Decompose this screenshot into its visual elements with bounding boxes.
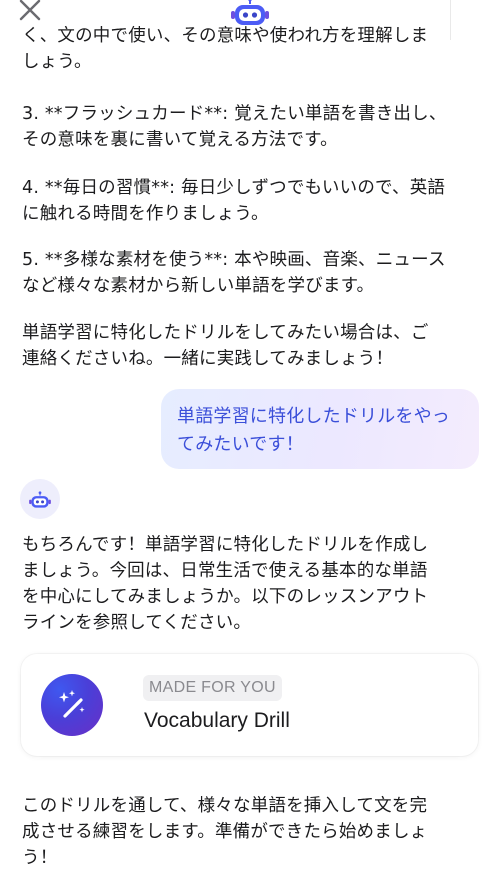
header-divider (450, 0, 451, 40)
assistant-avatar (20, 479, 60, 519)
card-title: Vocabulary Drill (144, 709, 290, 732)
assistant-message-tip-5: 5. **多様な素材を使う**: 本や映画、音楽、ニュース など様々な素材から新… (22, 250, 446, 296)
close-icon (19, 0, 41, 21)
assistant-message-reply: もちろんです！単語学習に特化したドリルを作成し ましょう。今回は、日常生活で使え… (22, 535, 429, 633)
assistant-message-tip-4: 4. **毎日の習慣**: 毎日少しずつでもいいので、英語 に触れる時間を作りま… (22, 178, 446, 224)
chat-screen: く、文の中で使い、その意味や使われ方を理解しま しょう。 3. **フラッシュカ… (0, 0, 500, 875)
assistant-message-tip-3: 3. **フラッシュカード**: 覚えたい単語を書き出し、 その意味を裏に書いて… (22, 104, 447, 150)
assistant-avatar-header (229, 0, 271, 26)
vocabulary-drill-card[interactable]: MADE FOR YOU Vocabulary Drill (21, 654, 478, 756)
made-for-you-badge: MADE FOR YOU (143, 675, 282, 701)
user-message-bubble: 単語学習に特化したドリルをやっ てみたいです！ (161, 389, 479, 469)
robot-icon (231, 0, 269, 25)
magic-wand-icon (59, 690, 85, 718)
close-button[interactable] (18, 0, 42, 22)
assistant-message-closing: このドリルを通して、様々な単語を挿入して文を完 成させる練習をします。準備ができ… (22, 796, 428, 868)
assistant-message-partial: く、文の中で使い、その意味や使われ方を理解しま しょう。 (22, 26, 429, 72)
card-icon-circle (41, 674, 103, 736)
assistant-message-offer: 単語学習に特化したドリルをしてみたい場合は、ご 連絡くださいね。一緒に実践してみ… (22, 323, 429, 369)
user-message-text: 単語学習に特化したドリルをやっ てみたいです！ (177, 406, 450, 455)
robot-icon (29, 491, 51, 508)
